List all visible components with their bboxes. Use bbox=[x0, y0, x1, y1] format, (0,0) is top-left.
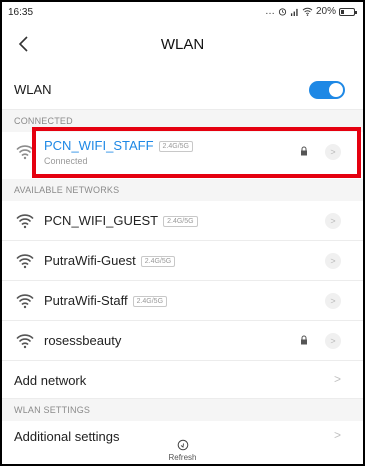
status-time: 16:35 bbox=[8, 7, 34, 18]
wlan-toggle-label: WLAN bbox=[14, 82, 52, 97]
status-dots-icon: … bbox=[264, 6, 275, 17]
wifi-signal-icon bbox=[16, 214, 34, 229]
band-badge: 2.4G/5G bbox=[163, 216, 198, 227]
refresh-label: Refresh bbox=[168, 453, 197, 462]
section-wlan-settings: WLAN SETTINGS bbox=[2, 399, 363, 421]
network-name: rosessbeauty bbox=[44, 333, 122, 348]
lock-icon bbox=[301, 335, 307, 345]
wifi-signal-icon bbox=[16, 145, 34, 160]
alarm-icon bbox=[278, 8, 287, 16]
battery-percent: 20% bbox=[315, 6, 336, 17]
network-ssid: PutraWifi-Staff bbox=[44, 293, 128, 308]
status-icons: … 20% bbox=[264, 6, 357, 17]
band-badge: 2.4G/5G bbox=[132, 296, 168, 307]
battery-icon bbox=[339, 7, 357, 16]
network-ssid: PutraWifi-Guest bbox=[44, 253, 136, 268]
connected-network-ssid: PCN_WIFI_STAFF bbox=[44, 138, 154, 153]
network-row[interactable]: PutraWifi-Guest 2.4G/5G > bbox=[2, 241, 363, 281]
header: WLAN bbox=[2, 26, 363, 64]
wifi-signal-icon bbox=[16, 294, 34, 309]
refresh-icon bbox=[177, 439, 188, 451]
section-connected-label: CONNECTED bbox=[14, 116, 73, 126]
section-available-label: AVAILABLE NETWORKS bbox=[14, 185, 120, 195]
add-network-row[interactable]: Add network > bbox=[2, 361, 363, 399]
network-row[interactable]: PCN_WIFI_GUEST 2.4G/5G > bbox=[2, 201, 363, 241]
network-row[interactable]: PutraWifi-Staff 2.4G/5G > bbox=[2, 281, 363, 321]
network-row[interactable]: rosessbeauty > bbox=[2, 321, 363, 361]
chevron-right-icon: > bbox=[333, 372, 341, 386]
wifi-status-icon bbox=[302, 7, 313, 16]
network-details-button[interactable]: > bbox=[325, 253, 341, 269]
toggle-knob bbox=[329, 83, 343, 97]
network-details-button[interactable]: > bbox=[325, 213, 341, 229]
network-name: PutraWifi-Staff 2.4G/5G bbox=[44, 293, 168, 308]
network-name: PutraWifi-Guest 2.4G/5G bbox=[44, 253, 176, 268]
network-ssid: PCN_WIFI_GUEST bbox=[44, 213, 159, 228]
section-wlan-settings-label: WLAN SETTINGS bbox=[14, 405, 91, 415]
network-details-button[interactable]: > bbox=[325, 333, 341, 349]
wlan-toggle-switch[interactable] bbox=[309, 81, 345, 99]
network-details-button[interactable]: > bbox=[325, 144, 341, 160]
connected-status: Connected bbox=[44, 156, 88, 166]
wlan-toggle-row[interactable]: WLAN bbox=[2, 70, 363, 110]
wifi-signal-icon bbox=[16, 254, 34, 269]
network-name: PCN_WIFI_GUEST 2.4G/5G bbox=[44, 213, 198, 228]
network-details-button[interactable]: > bbox=[325, 293, 341, 309]
lock-icon bbox=[301, 146, 307, 156]
refresh-button[interactable]: Refresh bbox=[2, 439, 363, 464]
band-badge: 2.4G/5G bbox=[158, 141, 194, 152]
wifi-signal-icon bbox=[16, 334, 34, 349]
page-title: WLAN bbox=[160, 36, 205, 53]
section-connected: CONNECTED bbox=[2, 110, 363, 132]
band-badge: 2.4G/5G bbox=[140, 256, 176, 267]
add-network-label: Add network bbox=[14, 373, 87, 388]
screen-frame: 16:35 … 20% WLAN WLAN CONNECTED PCN_WIFI… bbox=[0, 0, 365, 466]
section-available: AVAILABLE NETWORKS bbox=[2, 179, 363, 201]
connected-network-row[interactable]: PCN_WIFI_STAFF 2.4G/5G Connected > bbox=[2, 132, 363, 176]
signal-icon bbox=[290, 8, 298, 16]
connected-network-name: PCN_WIFI_STAFF 2.4G/5G bbox=[44, 138, 194, 153]
status-bar: 16:35 … 20% bbox=[2, 2, 363, 24]
